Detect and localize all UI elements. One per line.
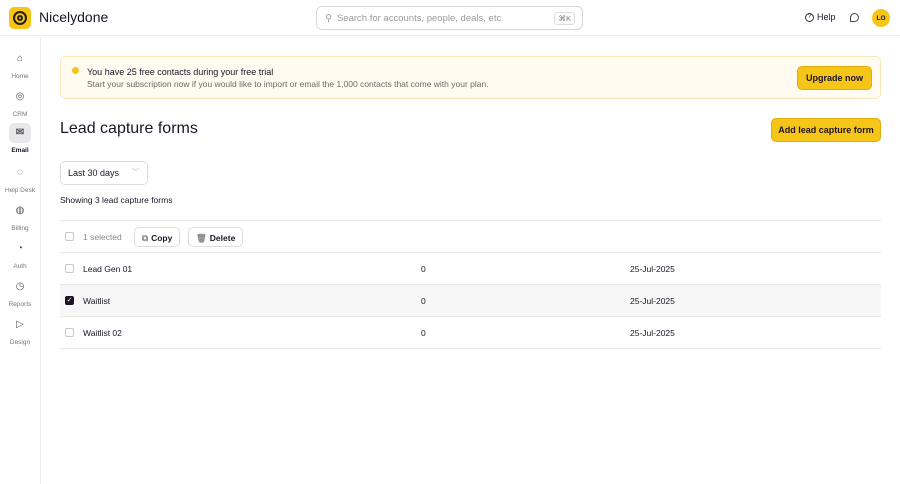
form-count: 0 bbox=[421, 264, 426, 274]
auth-icon: ◔ bbox=[16, 243, 24, 254]
billing-icon: ◍ bbox=[15, 205, 25, 216]
sidebar-label: CRM bbox=[12, 111, 28, 118]
table-row[interactable]: Lead Gen 01 0 25-Jul-2025 bbox=[60, 253, 881, 285]
design-icon: ▷ bbox=[16, 319, 24, 330]
copy-label: Copy bbox=[151, 233, 173, 243]
search-icon: ⚲ bbox=[325, 12, 332, 24]
row-checkbox[interactable] bbox=[65, 328, 74, 337]
selected-count: 1 selected bbox=[83, 232, 122, 242]
sidebar-label: Billing bbox=[11, 225, 29, 232]
sidebar: ⌂ Home ◎ CRM ✉ Email ◌ Help Desk ◍ Billing ◔ A… bbox=[0, 37, 41, 484]
row-checkbox-checked[interactable]: ✓ bbox=[65, 296, 74, 305]
brand-name: Nicelydone bbox=[39, 9, 109, 25]
chevron-down-icon: ﹀ bbox=[132, 169, 139, 176]
row-checkbox[interactable] bbox=[65, 264, 74, 273]
sidebar-label: Reports bbox=[8, 301, 32, 308]
sidebar-item-reports[interactable]: ◷ Reports bbox=[0, 277, 40, 308]
top-bar: Nicelydone ⚲ Search for accounts, people,… bbox=[0, 0, 900, 36]
trash-icon: 🗑 bbox=[196, 233, 207, 243]
avatar[interactable]: LO bbox=[872, 9, 890, 27]
sidebar-label: Auth bbox=[13, 263, 27, 270]
sidebar-item-crm[interactable]: ◎ CRM bbox=[0, 87, 40, 118]
shortcut-badge: ⌘K bbox=[554, 12, 575, 25]
sidebar-label: Email bbox=[11, 147, 29, 154]
search-placeholder: Search for accounts, people, deals, etc bbox=[336, 12, 502, 24]
email-icon: ✉ bbox=[9, 123, 31, 143]
table-row[interactable]: Waitlist 02 0 25-Jul-2025 bbox=[60, 317, 881, 349]
reports-icon: ◷ bbox=[15, 281, 25, 292]
sidebar-item-email[interactable]: ✉ Email bbox=[0, 123, 40, 154]
date-range-value: Last 30 days bbox=[68, 168, 120, 178]
select-all-checkbox[interactable] bbox=[65, 232, 74, 241]
help-label: Help bbox=[817, 12, 836, 22]
sidebar-item-help-desk[interactable]: ◌ Help Desk bbox=[0, 163, 40, 194]
table-toolbar: 1 selected ⧉ Copy 🗑 Delete bbox=[60, 221, 881, 253]
sidebar-item-billing[interactable]: ◍ Billing bbox=[0, 201, 40, 232]
help-icon: ? bbox=[805, 12, 814, 22]
banner-text: Start your subscription now if you would… bbox=[87, 79, 489, 89]
crm-icon: ◎ bbox=[15, 91, 25, 102]
delete-button[interactable]: 🗑 Delete bbox=[188, 227, 244, 247]
logo-icon[interactable] bbox=[9, 7, 31, 29]
sidebar-label: Design bbox=[9, 339, 31, 346]
forms-table: 1 selected ⧉ Copy 🗑 Delete Lead Gen 01 0 2… bbox=[60, 220, 881, 349]
form-date: 25-Jul-2025 bbox=[630, 264, 675, 274]
sidebar-item-home[interactable]: ⌂ Home bbox=[0, 49, 40, 80]
sidebar-label: Home bbox=[11, 73, 29, 80]
info-dot-icon bbox=[72, 67, 79, 74]
sidebar-item-design[interactable]: ▷ Design bbox=[0, 315, 40, 346]
help-button[interactable]: ? Help bbox=[805, 12, 836, 22]
form-name[interactable]: Lead Gen 01 bbox=[83, 264, 132, 274]
results-count: Showing 3 lead capture forms bbox=[60, 195, 173, 205]
chat-icon[interactable] bbox=[850, 13, 859, 22]
form-name[interactable]: Waitlist 02 bbox=[83, 328, 122, 338]
banner-title: You have 25 free contacts during your fr… bbox=[87, 67, 274, 77]
sidebar-label: Help Desk bbox=[5, 187, 35, 194]
home-icon: ⌂ bbox=[16, 53, 24, 64]
date-range-select[interactable]: Last 30 days ﹀ bbox=[60, 161, 148, 185]
delete-label: Delete bbox=[209, 233, 236, 243]
copy-button[interactable]: ⧉ Copy bbox=[134, 227, 181, 247]
search-input[interactable]: ⚲ Search for accounts, people, deals, etc… bbox=[316, 6, 583, 30]
trial-banner: You have 25 free contacts during your fr… bbox=[60, 56, 881, 99]
upgrade-button[interactable]: Upgrade now bbox=[797, 66, 872, 90]
sidebar-item-auth[interactable]: ◔ Auth bbox=[0, 239, 40, 270]
table-row[interactable]: ✓ Waitlist 0 25-Jul-2025 bbox=[60, 285, 881, 317]
add-lead-capture-form-button[interactable]: Add lead capture form bbox=[771, 118, 881, 142]
form-date: 25-Jul-2025 bbox=[630, 328, 675, 338]
form-date: 25-Jul-2025 bbox=[630, 296, 675, 306]
copy-icon: ⧉ bbox=[142, 233, 149, 243]
page-title: Lead capture forms bbox=[60, 120, 198, 137]
form-name[interactable]: Waitlist bbox=[83, 296, 110, 306]
form-count: 0 bbox=[421, 328, 426, 338]
help-desk-icon: ◌ bbox=[17, 167, 23, 178]
form-count: 0 bbox=[421, 296, 426, 306]
